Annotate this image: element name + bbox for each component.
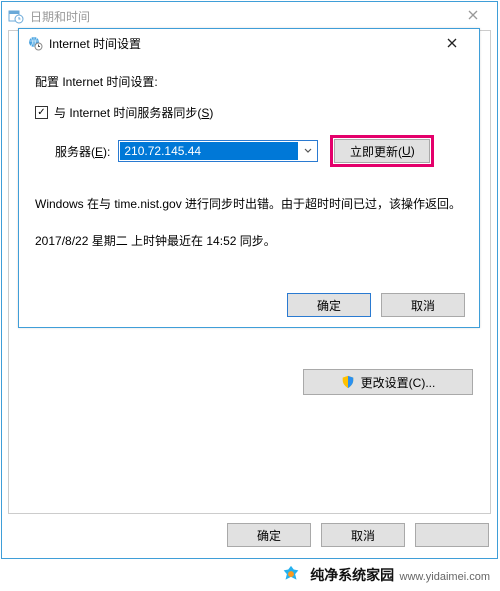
- parent-close-button[interactable]: [453, 9, 493, 23]
- globe-clock-icon: [25, 35, 45, 51]
- dialog-ok-button[interactable]: 确定: [287, 293, 371, 317]
- brand-url: www.yidaimei.com: [400, 571, 490, 583]
- sync-checkbox[interactable]: ✓: [35, 106, 48, 119]
- dialog-close-button[interactable]: [431, 32, 473, 54]
- last-sync-text: 2017/8/22 星期二 上时钟最近在 14:52 同步。: [35, 232, 463, 249]
- update-now-highlight: 立即更新(U): [330, 135, 434, 167]
- internet-time-dialog: Internet 时间设置 配置 Internet 时间设置: ✓ 与 Inte…: [18, 28, 480, 328]
- server-value: 210.72.145.44: [120, 142, 298, 160]
- dialog-cancel-button[interactable]: 取消: [381, 293, 465, 317]
- dialog-title: Internet 时间设置: [45, 35, 431, 52]
- uac-shield-icon: [341, 375, 355, 389]
- sync-checkbox-label: 与 Internet 时间服务器同步(S): [54, 104, 213, 121]
- server-row: 服务器(E): 210.72.145.44 立即更新(U): [55, 135, 463, 167]
- brand-name: 纯净系统家园: [310, 567, 394, 583]
- calendar-clock-icon: [6, 8, 26, 24]
- dialog-body: 配置 Internet 时间设置: ✓ 与 Internet 时间服务器同步(S…: [19, 57, 479, 249]
- sync-checkbox-row[interactable]: ✓ 与 Internet 时间服务器同步(S): [35, 104, 463, 121]
- brand-bar: 纯净系统家园 www.yidaimei.com: [0, 559, 500, 591]
- brand-logo-icon: [280, 564, 302, 586]
- dialog-cancel-label: 取消: [411, 297, 435, 314]
- parent-cancel-button[interactable]: 取消: [321, 523, 405, 547]
- change-settings-label: 更改设置(C)...: [361, 374, 436, 391]
- chevron-down-icon[interactable]: [299, 147, 317, 155]
- parent-ok-button[interactable]: 确定: [227, 523, 311, 547]
- dialog-ok-label: 确定: [317, 297, 341, 314]
- update-now-button[interactable]: 立即更新(U): [334, 139, 430, 163]
- dialog-titlebar: Internet 时间设置: [19, 29, 479, 57]
- parent-titlebar: 日期和时间: [2, 2, 497, 30]
- change-settings-button[interactable]: 更改设置(C)...: [303, 369, 473, 395]
- server-label: 服务器(E):: [55, 143, 110, 160]
- parent-ok-label: 确定: [257, 527, 281, 544]
- parent-title: 日期和时间: [26, 8, 453, 25]
- parent-footer: 确定 取消: [8, 518, 491, 552]
- parent-apply-button: [415, 523, 489, 547]
- server-combobox[interactable]: 210.72.145.44: [118, 140, 318, 162]
- parent-cancel-label: 取消: [351, 527, 375, 544]
- config-label: 配置 Internet 时间设置:: [35, 73, 463, 90]
- dialog-footer: 确定 取消: [19, 293, 479, 317]
- sync-error-text: Windows 在与 time.nist.gov 进行同步时出错。由于超时时间已…: [35, 195, 463, 214]
